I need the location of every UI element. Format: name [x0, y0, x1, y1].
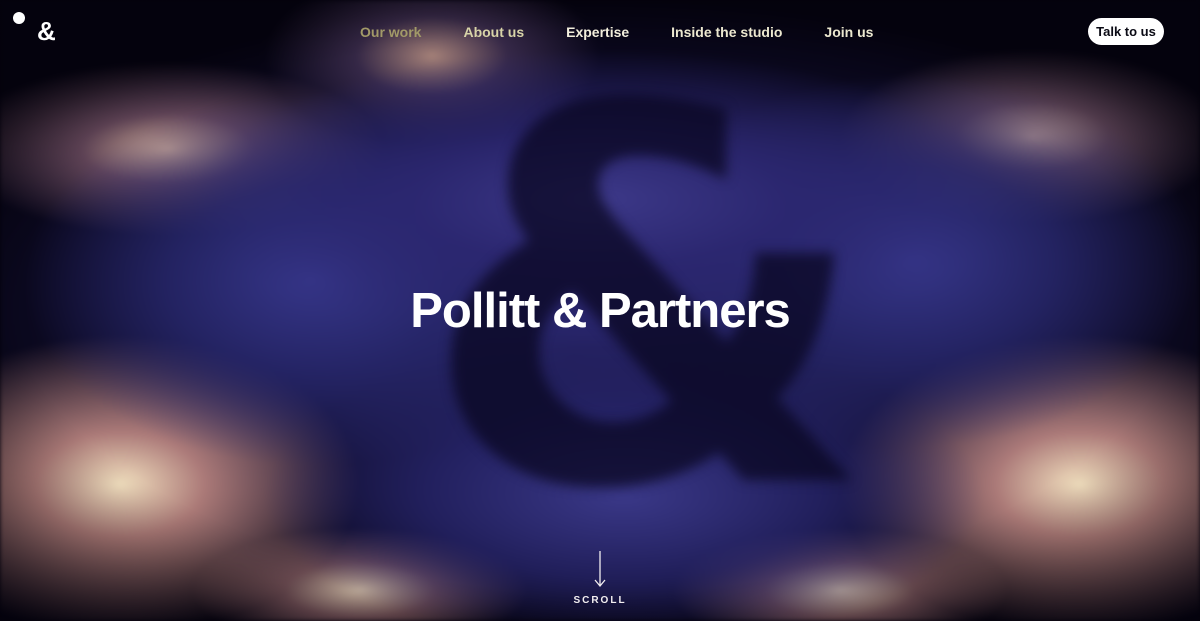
scroll-label: SCROLL	[573, 595, 627, 606]
page-title: Pollitt & Partners	[410, 284, 791, 338]
scroll-indicator[interactable]: SCROLL	[560, 550, 640, 610]
nav-item-about-us[interactable]: About us	[463, 22, 524, 42]
hero-section: & & Our work About us Expertise Inside t…	[0, 0, 1200, 621]
nav-item-inside-the-studio[interactable]: Inside the studio	[671, 22, 782, 42]
logo-ampersand: &	[37, 16, 56, 46]
logo[interactable]: &	[12, 12, 62, 48]
nav-item-our-work[interactable]: Our work	[360, 22, 421, 42]
main-navigation: Our work About us Expertise Inside the s…	[352, 22, 873, 42]
arrow-down-icon	[594, 551, 606, 588]
talk-to-us-button[interactable]: Talk to us	[1088, 18, 1164, 45]
logo-dot-icon	[13, 12, 25, 24]
nav-item-expertise[interactable]: Expertise	[566, 22, 629, 42]
nav-item-join-us[interactable]: Join us	[824, 22, 873, 42]
